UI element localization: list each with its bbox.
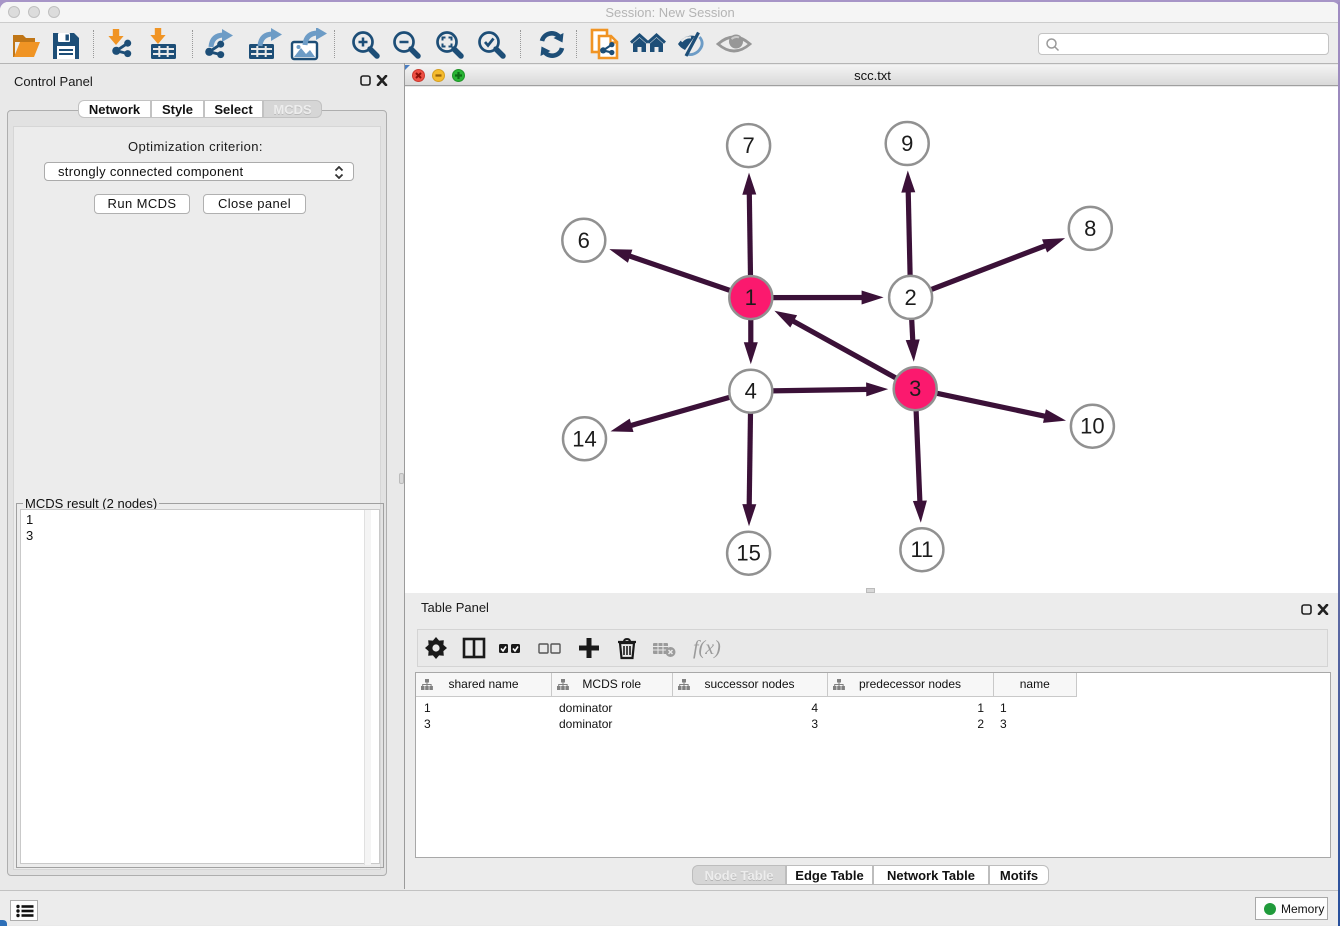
svg-text:1: 1 xyxy=(745,285,757,310)
svg-text:3: 3 xyxy=(909,376,921,401)
svg-text:7: 7 xyxy=(742,133,754,158)
svg-text:6: 6 xyxy=(578,228,590,253)
svg-text:14: 14 xyxy=(572,426,596,451)
svg-text:8: 8 xyxy=(1084,216,1096,241)
svg-text:4: 4 xyxy=(745,379,757,404)
svg-text:2: 2 xyxy=(904,285,916,310)
svg-text:9: 9 xyxy=(901,131,913,156)
svg-text:f(x): f(x) xyxy=(693,637,721,659)
svg-text:11: 11 xyxy=(910,537,933,562)
svg-text:10: 10 xyxy=(1080,414,1104,439)
svg-text:15: 15 xyxy=(736,541,760,566)
